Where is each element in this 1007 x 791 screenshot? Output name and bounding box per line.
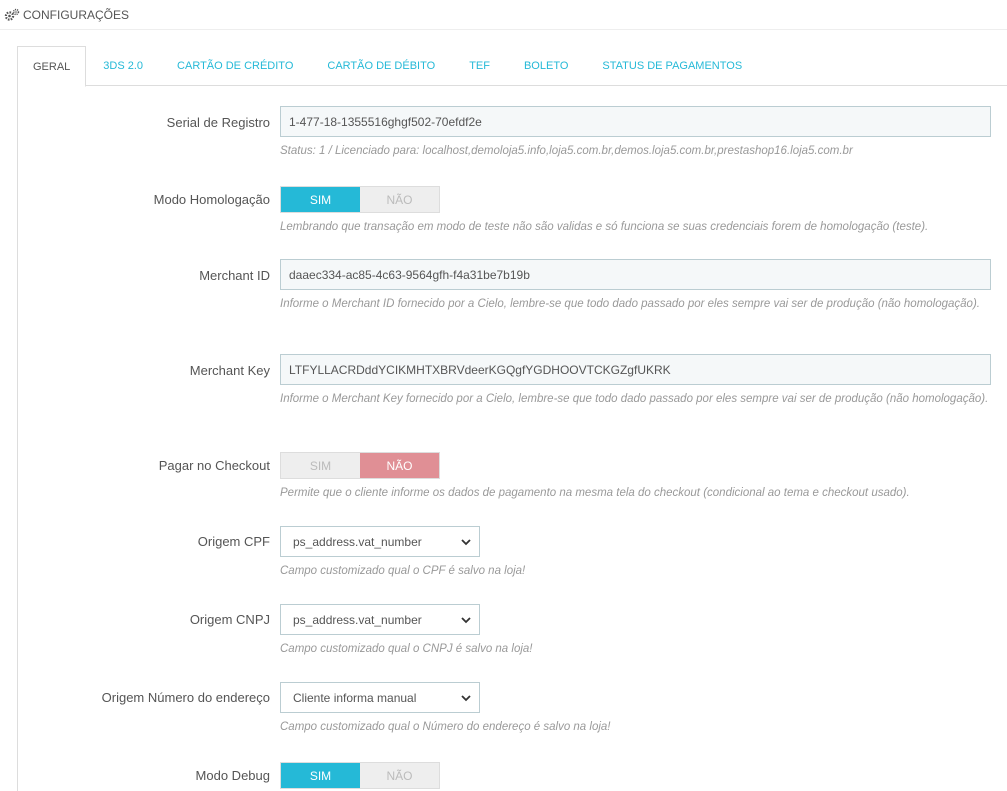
- debug-yes-option[interactable]: SIM: [281, 763, 360, 788]
- checkout-help: Permite que o cliente informe os dados d…: [280, 487, 910, 499]
- panel-heading: CONFIGURAÇÕES: [0, 0, 1007, 30]
- homologacao-help: Lembrando que transação em modo de teste…: [280, 221, 929, 233]
- tab-3ds[interactable]: 3DS 2.0: [86, 46, 160, 86]
- tab-tef[interactable]: TEF: [452, 46, 507, 86]
- origem-cnpj-value: ps_address.vat_number: [293, 612, 422, 627]
- debug-switch: SIM NÃO: [280, 762, 440, 789]
- merchant-id-help: Informe o Merchant ID fornecido por a Ci…: [280, 298, 980, 310]
- homologacao-switch: SIM NÃO: [280, 186, 440, 213]
- checkout-no-option[interactable]: NÃO: [360, 453, 439, 478]
- tab-bar: GERAL 3DS 2.0 CARTÃO DE CRÉDITO CARTÃO D…: [17, 46, 1007, 87]
- merchant-id-label: Merchant ID: [199, 268, 270, 283]
- origem-cnpj-select[interactable]: ps_address.vat_number: [280, 604, 480, 635]
- origem-cpf-label: Origem CPF: [197, 534, 270, 549]
- checkout-label: Pagar no Checkout: [158, 458, 270, 473]
- tab-cartao-debito[interactable]: CARTÃO DE DÉBITO: [310, 46, 452, 86]
- origem-numero-label: Origem Número do endereço: [101, 690, 270, 705]
- tab-boleto[interactable]: BOLETO: [507, 46, 585, 86]
- tab-status-pagamentos[interactable]: STATUS DE PAGAMENTOS: [585, 46, 759, 86]
- merchant-key-input[interactable]: LTFYLLACRDddYCIKMHTXBRVdeerKGQgfYGDHOOVT…: [280, 354, 991, 385]
- serial-input[interactable]: 1-477-18-1355516ghgf502-70efdf2e: [280, 106, 991, 137]
- chevron-down-icon: [461, 538, 471, 545]
- debug-label: Modo Debug: [195, 768, 270, 783]
- serial-help: Status: 1 / Licenciado para: localhost,d…: [280, 145, 853, 157]
- panel-title: CONFIGURAÇÕES: [23, 7, 130, 22]
- merchant-key-label: Merchant Key: [189, 363, 270, 378]
- origem-cnpj-label: Origem CNPJ: [189, 612, 270, 627]
- serial-label: Serial de Registro: [166, 115, 270, 130]
- merchant-key-help: Informe o Merchant Key fornecido por a C…: [280, 393, 989, 405]
- origem-cpf-value: ps_address.vat_number: [293, 534, 422, 549]
- chevron-down-icon: [461, 694, 471, 701]
- homologacao-yes-option[interactable]: SIM: [281, 187, 360, 212]
- debug-no-option[interactable]: NÃO: [360, 763, 439, 788]
- settings-form: Serial de Registro 1-477-18-1355516ghgf5…: [17, 86, 1007, 791]
- origem-numero-value: Cliente informa manual: [293, 690, 417, 705]
- origem-numero-help: Campo customizado qual o Número do ender…: [280, 721, 611, 733]
- gears-icon: [4, 8, 20, 21]
- homologacao-no-option[interactable]: NÃO: [360, 187, 439, 212]
- merchant-id-input[interactable]: daaec334-ac85-4c63-9564gfh-f4a31be7b19b: [280, 259, 991, 290]
- origem-cnpj-help: Campo customizado qual o CNPJ é salvo na…: [280, 643, 533, 655]
- origem-numero-select[interactable]: Cliente informa manual: [280, 682, 480, 713]
- homologacao-label: Modo Homologação: [153, 192, 270, 207]
- tab-geral[interactable]: GERAL: [17, 46, 87, 87]
- origem-cpf-help: Campo customizado qual o CPF é salvo na …: [280, 565, 526, 577]
- chevron-down-icon: [461, 616, 471, 623]
- checkout-switch: SIM NÃO: [280, 452, 440, 479]
- checkout-yes-option[interactable]: SIM: [281, 453, 360, 478]
- tab-cartao-credito[interactable]: CARTÃO DE CRÉDITO: [160, 46, 310, 86]
- origem-cpf-select[interactable]: ps_address.vat_number: [280, 526, 480, 557]
